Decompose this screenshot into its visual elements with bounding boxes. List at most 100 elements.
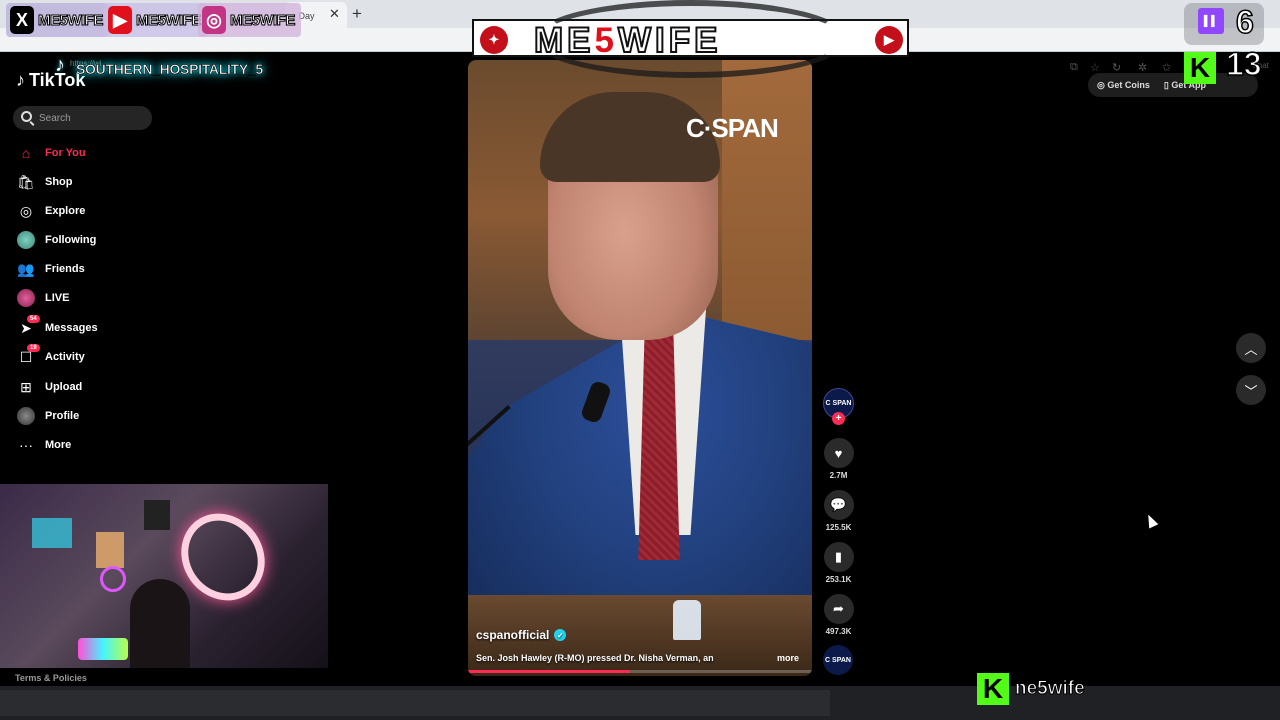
- kick-logo-icon: K: [977, 673, 1009, 705]
- twitch-icon: ▌▌: [1198, 8, 1224, 34]
- shop-icon: 🛍: [17, 173, 35, 190]
- sidebar-item-profile[interactable]: Profile: [16, 405, 79, 427]
- tab-close-icon[interactable]: ✕: [329, 6, 340, 22]
- save-count: 253.1K: [825, 575, 852, 584]
- social-label: ME5WIFE: [136, 11, 202, 29]
- like-count: 2.7M: [829, 471, 848, 480]
- avatar: [17, 231, 35, 249]
- search-box[interactable]: [13, 106, 152, 130]
- sidebar-item-label: Friends: [45, 263, 85, 275]
- social-badge-youtube: ▶ ME5WIFE: [104, 3, 207, 37]
- sidebar-item-shop[interactable]: 🛍 Shop: [16, 171, 72, 193]
- mouse-cursor-icon: [1143, 512, 1159, 529]
- sidebar-item-following[interactable]: Following: [16, 229, 96, 251]
- search-input[interactable]: [39, 110, 149, 126]
- home-icon: ⌂: [21, 145, 31, 161]
- share-action[interactable]: ➦ 497.3K: [823, 594, 854, 636]
- webcam-feed: [0, 484, 328, 668]
- snake-graphic: [533, 0, 849, 78]
- get-coins-button[interactable]: ◎ Get Coins: [1097, 80, 1150, 91]
- share-count: 497.3K: [825, 627, 852, 636]
- screen: r Day ✕ + https://wi... ⧉ ☆ ↻ ✲ ✩ Chat ♪…: [0, 0, 1280, 720]
- youtube-icon: ▶: [108, 6, 132, 34]
- video-author[interactable]: cspanofficial ✓: [476, 628, 567, 642]
- sidebar-item-friends[interactable]: 👥 Friends: [16, 258, 85, 280]
- get-coins-label: Get Coins: [1107, 79, 1150, 90]
- video-progress-bar[interactable]: [468, 670, 812, 673]
- social-label: ME5WIFE: [38, 11, 104, 29]
- social-badge-instagram: ◎ ME5WIFE: [198, 3, 301, 37]
- sidebar-item-label: LIVE: [45, 292, 70, 304]
- ellipsis-icon: ···: [19, 437, 33, 453]
- caption-more-button[interactable]: more: [777, 653, 799, 663]
- twitch-viewer-count: 6: [1235, 3, 1254, 41]
- sidebar-item-label: Profile: [45, 410, 80, 422]
- comment-icon[interactable]: 💬: [823, 490, 854, 520]
- rgb-device-icon: [78, 638, 128, 660]
- sidebar-item-live[interactable]: LIVE: [16, 287, 69, 309]
- social-badge-x: X ME5WIFE: [6, 3, 109, 37]
- sidebar-item-label: Upload: [45, 381, 83, 393]
- share-icon[interactable]: ⧉: [1070, 61, 1078, 74]
- sidebar-item-label: Following: [45, 234, 97, 246]
- sidebar-item-explore[interactable]: ◎ Explore: [16, 200, 85, 222]
- sidebar-item-for-you[interactable]: ⌂ For You: [16, 142, 86, 164]
- search-icon: [21, 111, 32, 122]
- sidebar-item-more[interactable]: ··· More: [16, 434, 71, 456]
- heart-icon[interactable]: ♥: [823, 438, 854, 468]
- music-disc[interactable]: C SPAN: [823, 645, 853, 675]
- like-action[interactable]: ♥ 2.7M: [823, 438, 854, 480]
- new-tab-button[interactable]: +: [352, 4, 362, 24]
- following-avatar-icon: [16, 230, 36, 250]
- share-arrow-icon[interactable]: ➦: [823, 594, 854, 624]
- comment-action[interactable]: 💬 125.5K: [823, 490, 854, 532]
- poster-icon: [32, 518, 72, 548]
- chevron-up-icon: ︿: [1244, 341, 1258, 357]
- terms-link[interactable]: Terms & Policies: [15, 673, 87, 683]
- channel-watermark: C·SPAN: [686, 113, 779, 143]
- save-action[interactable]: ▮ 253.1K: [823, 542, 854, 584]
- video-caption: Sen. Josh Hawley (R-MO) pressed Dr. Nish…: [476, 653, 714, 663]
- next-video-button[interactable]: ﹀: [1236, 375, 1266, 405]
- sidebar-item-activity[interactable]: ☐ 19 Activity: [16, 344, 85, 368]
- verified-icon: ✓: [554, 629, 567, 641]
- previous-video-button[interactable]: ︿: [1236, 333, 1266, 363]
- send-icon: ➤ 54: [16, 315, 40, 338]
- kick-icon: K: [1184, 52, 1216, 84]
- sidebar-item-label: Messages: [45, 322, 98, 334]
- youtube-play-icon: ▶: [875, 26, 903, 54]
- bookmark-icon[interactable]: ▮: [823, 542, 854, 572]
- coin-icon: ◎: [1097, 79, 1105, 90]
- kick-viewer-count: 13: [1225, 45, 1262, 83]
- follow-plus-icon[interactable]: +: [832, 412, 845, 425]
- sidebar-item-upload[interactable]: ⊞ Upload: [16, 376, 82, 398]
- phone-icon: ▯: [1163, 79, 1169, 90]
- plus-square-icon: ⊞: [20, 378, 32, 395]
- video-author-name[interactable]: cspanofficial: [476, 628, 549, 642]
- poster-icon: [144, 500, 170, 530]
- neon-skull-icon: [100, 566, 126, 592]
- profile-avatar-icon: [16, 406, 36, 426]
- water-bottle-icon: [673, 600, 701, 640]
- social-label: ME5WIFE: [230, 11, 296, 29]
- taskbar: [0, 686, 1280, 720]
- chevron-down-icon: ﹀: [1244, 383, 1258, 399]
- video-progress-fill: [468, 670, 630, 673]
- sidebar-item-messages[interactable]: ➤ 54 Messages: [16, 315, 98, 339]
- poster-icon: [96, 532, 124, 568]
- notification-badge: 54: [27, 315, 40, 323]
- x-icon: X: [10, 6, 34, 34]
- notification-badge: 19: [27, 344, 40, 352]
- compass-icon: ◎: [19, 202, 33, 219]
- taskbar-inner: [0, 690, 830, 716]
- friends-icon: 👥: [17, 260, 35, 277]
- avatar: [17, 289, 35, 307]
- sidebar-item-label: For You: [45, 147, 86, 159]
- chair-icon: [130, 579, 190, 668]
- live-avatar-icon: [16, 288, 36, 308]
- kick-channel-name: ne5wife: [1015, 678, 1086, 700]
- avatar: [17, 407, 35, 425]
- comment-count: 125.5K: [825, 523, 852, 532]
- twitter-bird-icon: ✦: [480, 26, 508, 54]
- video-player[interactable]: C·SPAN cspanofficial ✓ Sen. Josh Hawley …: [468, 60, 812, 676]
